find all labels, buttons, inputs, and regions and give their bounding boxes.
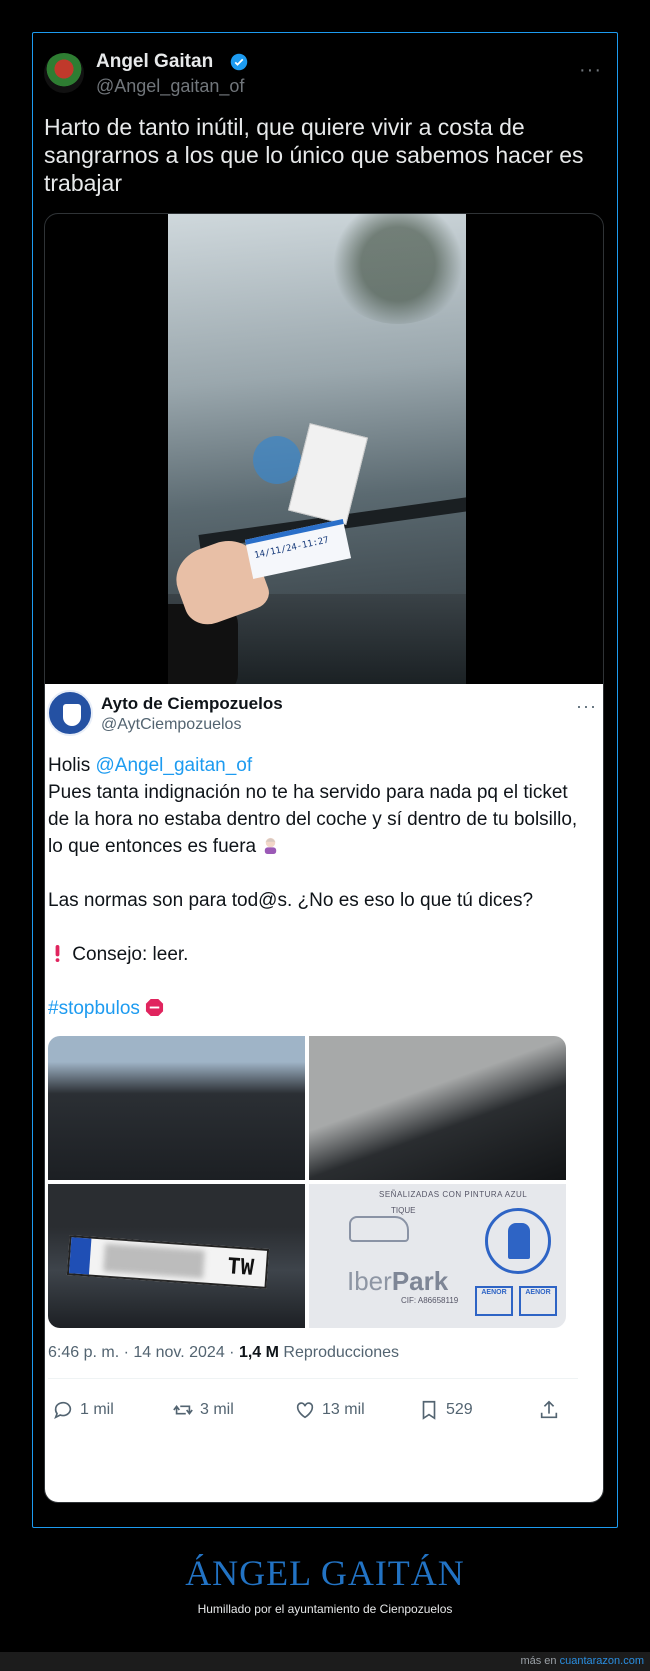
- bottom-bar: más en cuantarazon.com: [0, 1652, 650, 1671]
- verified-badge-icon: [230, 53, 248, 71]
- coat-of-arms-icon: [63, 704, 81, 726]
- reply-icon: [54, 1401, 72, 1420]
- stop-sign-icon: [146, 998, 164, 1017]
- credit: más en cuantarazon.com: [520, 1655, 644, 1667]
- quote-paragraph-3: Las normas son para tod@s. ¿No es eso lo…: [48, 890, 534, 911]
- action-bar: 1 mil 3 mil 13 mil 529: [48, 1396, 578, 1426]
- share-button[interactable]: [538, 1396, 560, 1424]
- sign-brand: IberPark: [347, 1266, 448, 1297]
- quote-more-options-icon[interactable]: ···: [576, 696, 597, 717]
- author-handle[interactable]: @Angel_gaitan_of: [96, 76, 244, 97]
- ticket-text: 14/11/24-11:27: [253, 535, 330, 562]
- quoted-tweet[interactable]: Ayto de Ciempozuelos @AytCiempozuelos ··…: [45, 684, 603, 1502]
- bookmark-icon: [422, 1400, 436, 1420]
- tweet-header: Angel Gaitan @Angel_gaitan_of ···: [44, 51, 606, 97]
- heart-icon: [296, 1402, 314, 1419]
- bookmark-count: 529: [446, 1401, 473, 1418]
- more-options-icon[interactable]: ···: [579, 59, 602, 82]
- plate-text: TW: [226, 1254, 255, 1281]
- meta-sep-1: ·: [119, 1344, 134, 1361]
- tweet-date[interactable]: 14 nov. 2024: [133, 1344, 224, 1361]
- photo-parking-sign[interactable]: SEÑALIZADAS CON PINTURA AZUL TIQUE IberP…: [309, 1184, 566, 1328]
- repost-icon: [173, 1404, 193, 1416]
- tweet-meta: 6:46 p. m. · 14 nov. 2024 · 1,4 M Reprod…: [48, 1344, 588, 1362]
- bin-figure: [508, 1223, 530, 1259]
- windshield-ticket: [288, 423, 368, 525]
- quote-author-name[interactable]: Ayto de Ciempozuelos: [101, 694, 283, 714]
- tweet-card: Angel Gaitan @Angel_gaitan_of ··· Harto …: [32, 32, 618, 1528]
- image-grid: TW SEÑALIZADAS CON PINTURA AZUL TIQUE Ib…: [48, 1036, 566, 1328]
- tweet-text: Harto de tanto inútil, que quiere vivir …: [44, 114, 584, 196]
- parking-sticker: [253, 436, 301, 484]
- site-link[interactable]: cuantarazon.com: [560, 1655, 644, 1667]
- plate-eu-band: [68, 1237, 92, 1275]
- divider: [48, 1378, 578, 1379]
- litter-bin-icon: [485, 1208, 551, 1274]
- photo-license-plate[interactable]: TW: [48, 1184, 305, 1328]
- quote-paragraph-1: Holis @Angel_gaitan_of: [48, 752, 588, 779]
- aenor-badge-1: AENOR: [475, 1286, 513, 1316]
- views-count: 1,4 M: [238, 1344, 279, 1361]
- share-icon: [540, 1400, 558, 1419]
- footer-title: ÁNGEL GAITÁN: [185, 1553, 465, 1593]
- hashtag-link[interactable]: #stopbulos: [48, 998, 140, 1019]
- sign-top-text: SEÑALIZADAS CON PINTURA AZUL: [379, 1190, 528, 1199]
- like-count: 13 mil: [322, 1401, 365, 1418]
- photo-car-front[interactable]: [48, 1036, 305, 1180]
- repost-count: 3 mil: [200, 1401, 234, 1418]
- quote-paragraph-2: Pues tanta indignación no te ha servido …: [48, 779, 588, 860]
- car-icon: [349, 1216, 409, 1242]
- plate-blurred: [103, 1243, 205, 1279]
- quote-body-1: Pues tanta indignación no te ha servido …: [48, 782, 578, 857]
- credit-prefix: más en: [520, 1655, 560, 1667]
- sign-brand-b: Park: [391, 1266, 449, 1296]
- sign-cif: CIF: A86658119: [401, 1296, 459, 1305]
- reply-count: 1 mil: [80, 1401, 114, 1418]
- quote-author-handle[interactable]: @AytCiempozuelos: [101, 716, 241, 734]
- tree-reflection: [328, 214, 466, 324]
- tweet-time[interactable]: 6:46 p. m.: [48, 1344, 119, 1361]
- quote-body-3: Consejo: leer.: [72, 944, 189, 965]
- repost-button[interactable]: 3 mil: [172, 1396, 234, 1424]
- aenor-badge-2: AENOR: [519, 1286, 557, 1316]
- like-button[interactable]: 13 mil: [294, 1396, 365, 1424]
- greeting: Holis: [48, 755, 96, 776]
- quote-text: Holis @Angel_gaitan_of Pues tanta indign…: [48, 752, 588, 1022]
- exclamation-icon: [55, 944, 60, 963]
- avatar[interactable]: [44, 53, 84, 93]
- license-plate: TW: [66, 1235, 270, 1289]
- woman-shrugging-icon: [265, 837, 277, 855]
- sign-brand-a: Iber: [347, 1266, 392, 1296]
- bookmark-button[interactable]: 529: [418, 1396, 473, 1424]
- views-label: Reproducciones: [283, 1344, 400, 1361]
- quote-paragraph-4: Consejo: leer.: [48, 941, 588, 968]
- photo-car-side[interactable]: [309, 1036, 566, 1180]
- mention-link[interactable]: @Angel_gaitan_of: [96, 755, 253, 776]
- video-thumbnail[interactable]: 14/11/24-11:27: [168, 214, 466, 684]
- sign-tique-text: TIQUE: [391, 1206, 416, 1215]
- quote-avatar[interactable]: [47, 690, 93, 736]
- meta-sep-2: ·: [224, 1344, 239, 1361]
- footer-subtitle: Humillado por el ayuntamiento de Cienpoz…: [197, 1602, 453, 1616]
- author-name[interactable]: Angel Gaitan: [96, 51, 213, 73]
- media-frame: 14/11/24-11:27 Ayto de Ciempozuelos @Ayt…: [44, 213, 604, 1503]
- quote-paragraph-5: #stopbulos: [48, 995, 588, 1022]
- reply-button[interactable]: 1 mil: [52, 1396, 114, 1424]
